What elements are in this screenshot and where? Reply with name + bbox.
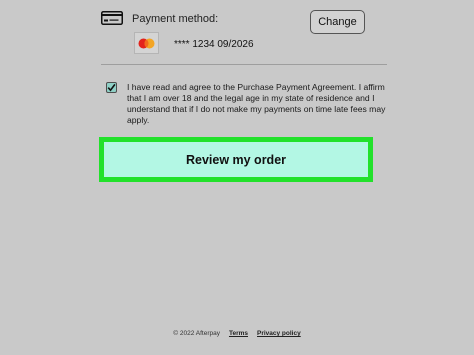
agreement-checkbox[interactable] bbox=[106, 82, 117, 93]
privacy-policy-link[interactable]: Privacy policy bbox=[257, 330, 301, 337]
review-order-button[interactable]: Review my order bbox=[104, 142, 368, 177]
agreement-text: I have read and agree to the Purchase Pa… bbox=[127, 82, 386, 125]
credit-card-icon bbox=[101, 11, 123, 25]
footer: © 2022 Afterpay Terms Privacy policy bbox=[0, 330, 474, 337]
checkmark-icon bbox=[107, 83, 116, 92]
payment-method-label: Payment method: bbox=[132, 13, 219, 25]
change-payment-button[interactable]: Change bbox=[310, 10, 365, 34]
checkout-page: Payment method: Change **** 1234 09/2026… bbox=[0, 0, 474, 355]
terms-link[interactable]: Terms bbox=[229, 330, 248, 337]
card-number: **** 1234 09/2026 bbox=[174, 39, 254, 50]
mastercard-icon bbox=[138, 38, 155, 48]
review-button-highlight: Review my order bbox=[99, 137, 373, 182]
divider bbox=[101, 64, 387, 65]
mastercard-logo bbox=[134, 32, 159, 54]
copyright-text: © 2022 Afterpay bbox=[173, 330, 220, 337]
